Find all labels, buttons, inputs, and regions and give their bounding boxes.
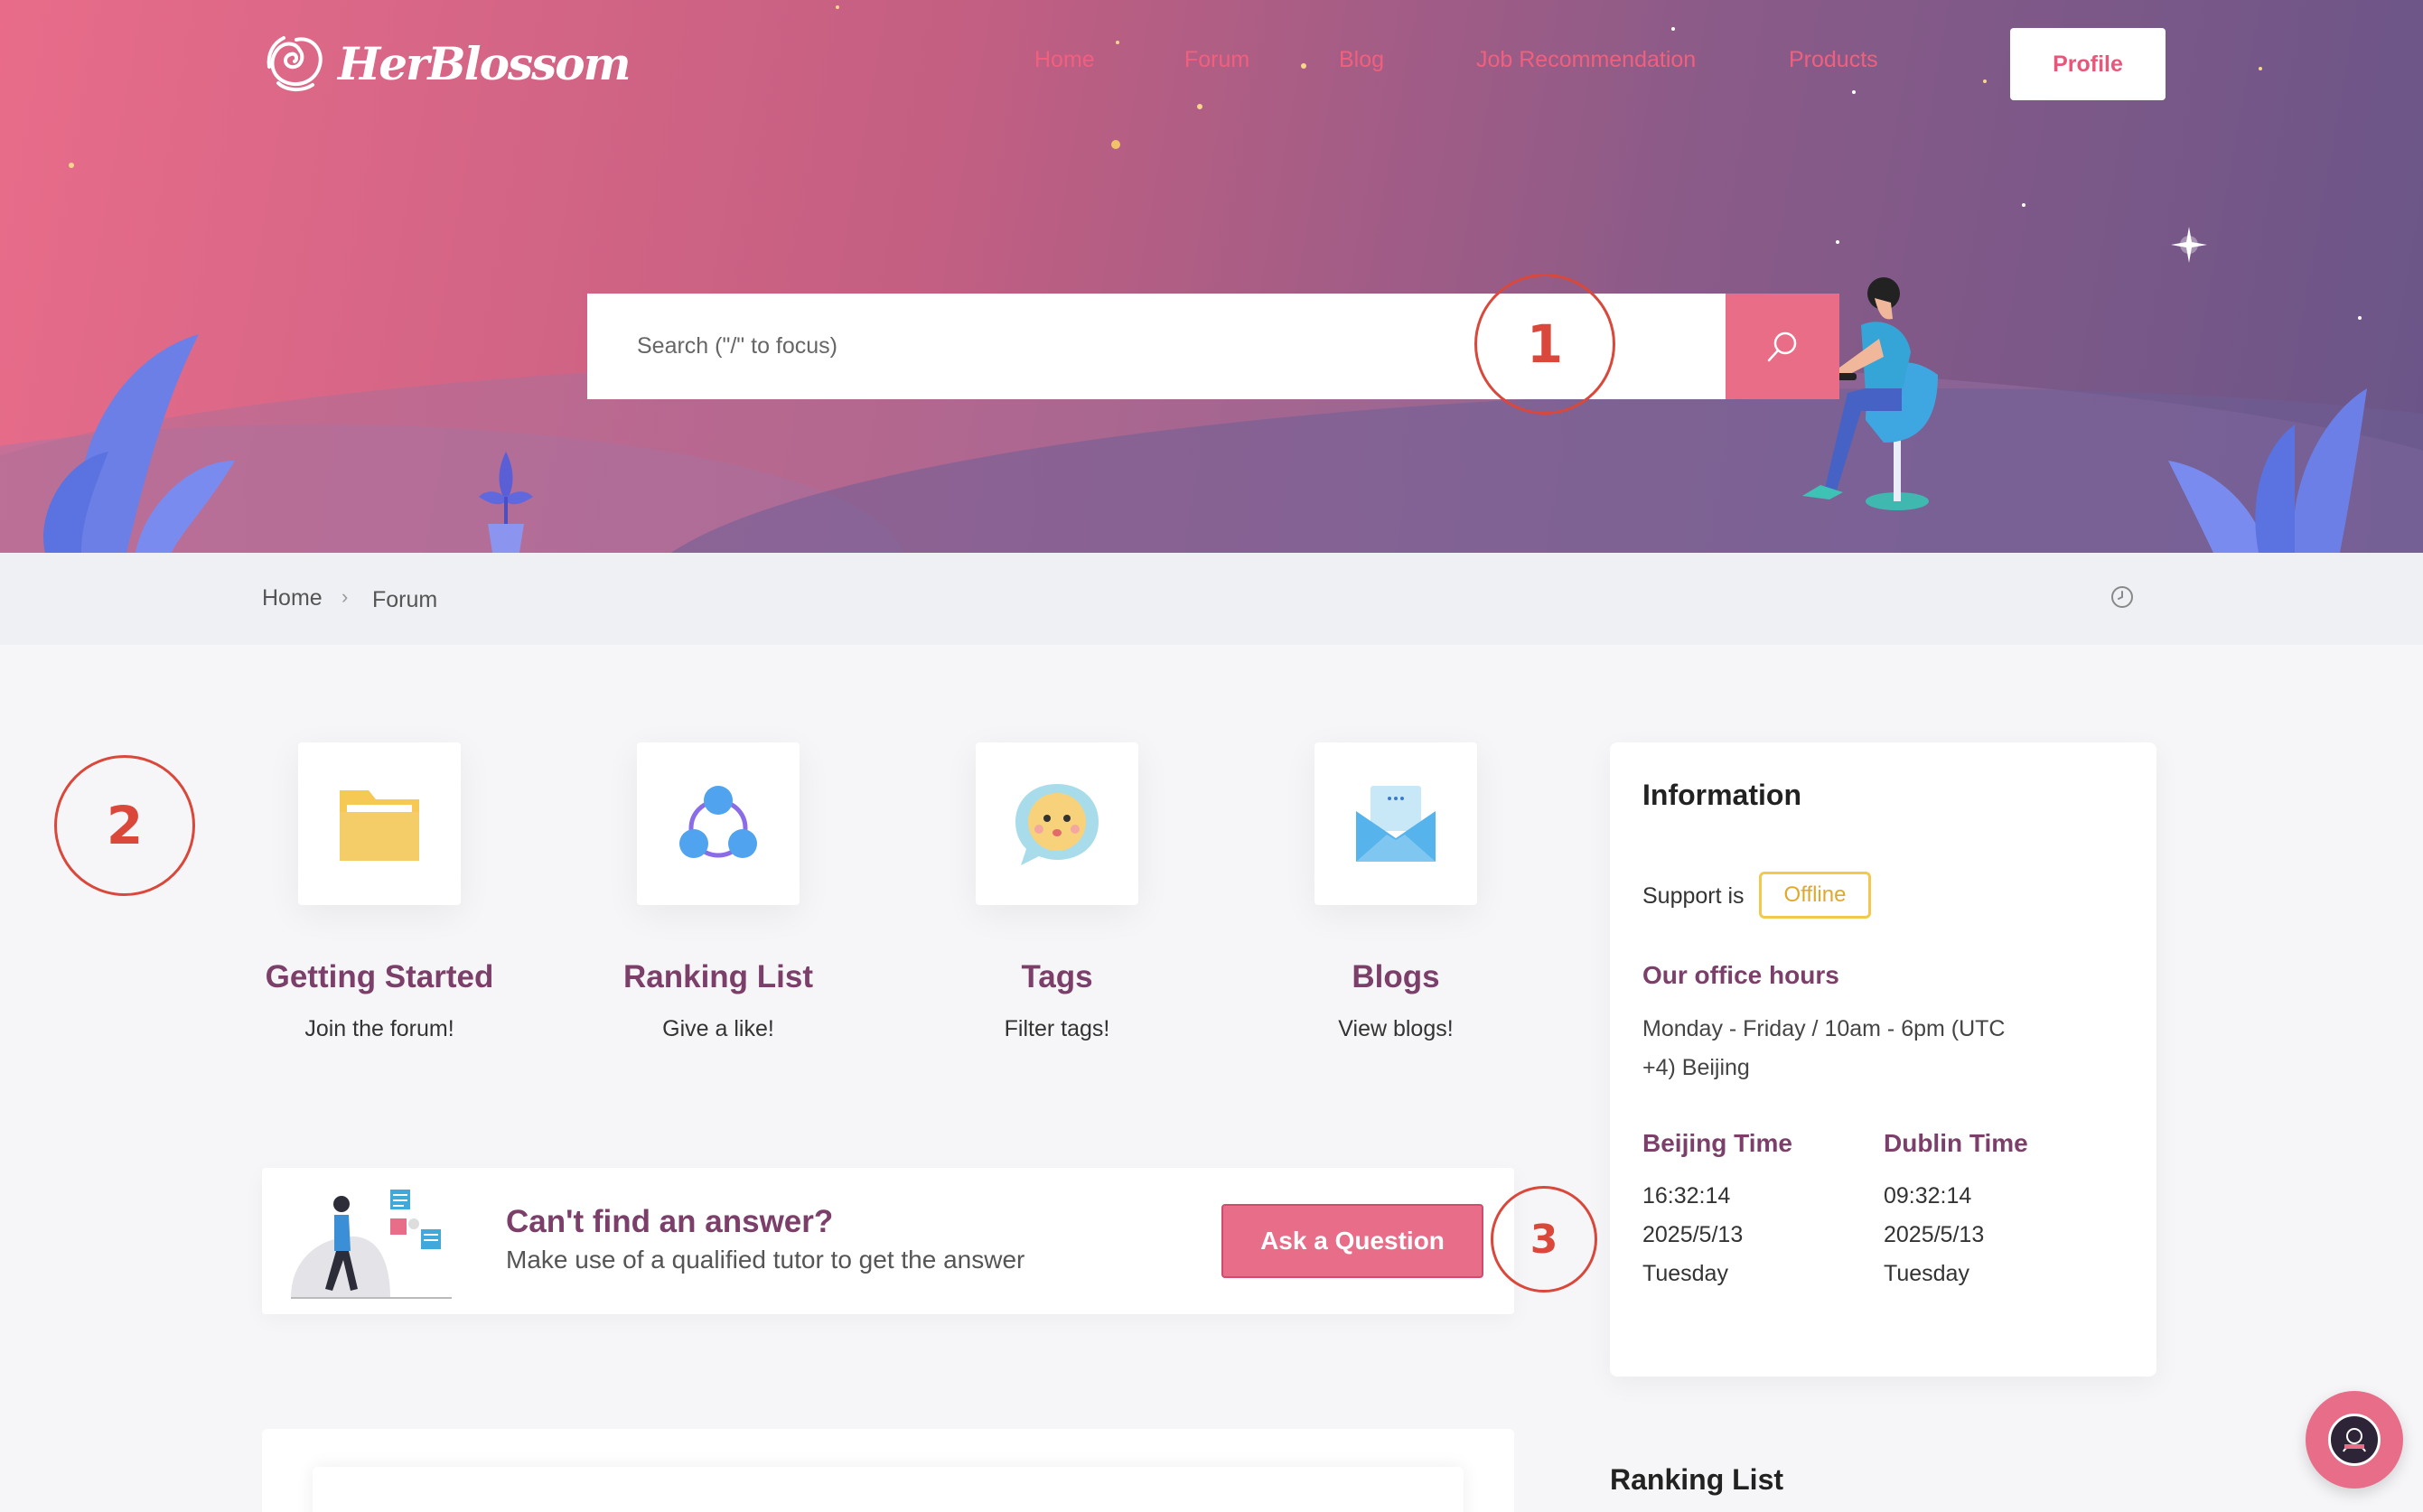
- ask-subtitle: Make use of a qualified tutor to get the…: [506, 1246, 1025, 1274]
- chat-button[interactable]: [2306, 1391, 2403, 1489]
- information-card: Information Support is Offline Our offic…: [1610, 742, 2156, 1377]
- status-badge: Offline: [1759, 872, 1871, 919]
- clock-icon[interactable]: [2110, 585, 2134, 609]
- envelope-icon: [1356, 786, 1436, 862]
- breadcrumb-separator: ›: [341, 585, 349, 608]
- feature-tile-ranking-list[interactable]: [637, 742, 800, 905]
- feature-title[interactable]: Ranking List: [583, 959, 854, 995]
- plant-illustration: [2168, 388, 2367, 553]
- feature-subtitle: Join the forum!: [304, 1016, 454, 1041]
- feature-title[interactable]: Blogs: [1260, 959, 1531, 995]
- nav-home[interactable]: Home: [1034, 47, 1095, 73]
- content-inner-card: [313, 1467, 1464, 1512]
- feature-subtitle: View blogs!: [1338, 1016, 1454, 1041]
- timezone-day: Tuesday: [1884, 1261, 1969, 1286]
- search-icon: [1767, 331, 1797, 361]
- folder-icon: [340, 790, 419, 861]
- callout-marker: 1: [1474, 274, 1615, 415]
- feature-tile-getting-started[interactable]: [298, 742, 461, 905]
- timezone-day: Tuesday: [1642, 1261, 1728, 1286]
- feature-subtitle: Give a like!: [662, 1016, 774, 1041]
- feature-title[interactable]: Getting Started: [244, 959, 515, 995]
- walking-person-illustration: [291, 1190, 452, 1299]
- timezone-date: 2025/5/13: [1642, 1222, 1744, 1247]
- breadcrumb-home[interactable]: Home: [262, 585, 323, 611]
- ask-question-button[interactable]: Ask a Question: [1221, 1204, 1483, 1278]
- chat-avatar-icon: [2328, 1414, 2381, 1466]
- ask-title: Can't find an answer?: [506, 1204, 834, 1239]
- nav-forum[interactable]: Forum: [1184, 47, 1249, 73]
- timezone-date: 2025/5/13: [1884, 1222, 1985, 1247]
- support-label: Support is: [1642, 883, 1745, 909]
- office-hours-title: Our office hours: [1642, 961, 1839, 989]
- hero-banner: HerBlossom Home Forum Blog Job Recommend…: [0, 0, 2423, 553]
- search-button[interactable]: [1726, 294, 1839, 399]
- callout-marker: 3: [1491, 1186, 1597, 1293]
- network-icon: [679, 786, 757, 858]
- content-card: [262, 1429, 1514, 1512]
- feature-tile-blogs[interactable]: [1314, 742, 1477, 905]
- timezone-time: 09:32:14: [1884, 1183, 1972, 1209]
- pot-plant-illustration: [479, 452, 533, 553]
- ask-question-banner: Can't find an answer? Make use of a qual…: [262, 1168, 1514, 1314]
- timezone-time: 16:32:14: [1642, 1183, 1731, 1209]
- nav-job-recommendation[interactable]: Job Recommendation: [1476, 47, 1696, 73]
- nav-blog[interactable]: Blog: [1339, 47, 1384, 73]
- office-hours-text: Monday - Friday / 10am - 6pm (UTC +4) Be…: [1642, 1016, 2006, 1080]
- ranking-list-heading: Ranking List: [1610, 1463, 1784, 1496]
- breadcrumb-current: Forum: [372, 587, 438, 612]
- callout-marker: 2: [54, 755, 195, 896]
- timezone-title: Beijing Time: [1642, 1129, 1792, 1157]
- breadcrumb: Home › Forum: [0, 553, 2423, 645]
- nav-products[interactable]: Products: [1789, 47, 1878, 73]
- timezone-title: Dublin Time: [1884, 1129, 2028, 1157]
- feature-tile-tags[interactable]: [976, 742, 1138, 905]
- chat-emoji-icon: [1015, 784, 1099, 865]
- sparkle-icon: [2171, 227, 2207, 263]
- feature-subtitle: Filter tags!: [1004, 1016, 1110, 1041]
- feature-title[interactable]: Tags: [921, 959, 1193, 995]
- info-title: Information: [1642, 779, 1801, 811]
- profile-button[interactable]: Profile: [2010, 28, 2166, 100]
- plant-illustration: [43, 334, 235, 553]
